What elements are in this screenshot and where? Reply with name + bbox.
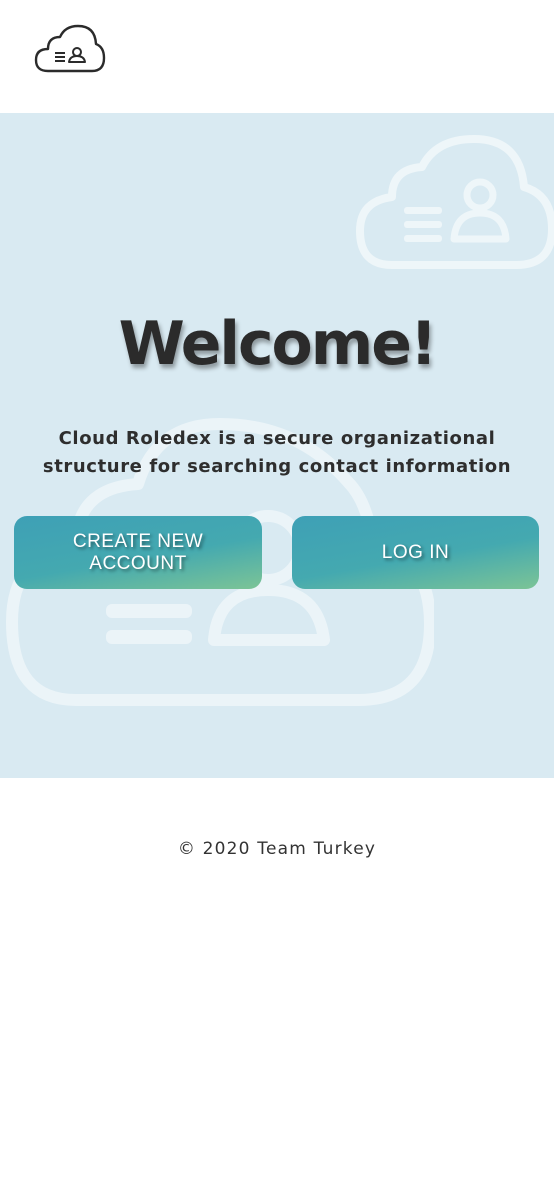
landing-page: Welcome! Cloud Roledex is a secure organ…: [0, 0, 554, 1192]
copyright-text: © 2020 Team Turkey: [177, 839, 377, 859]
welcome-title: Welcome!: [118, 309, 438, 379]
tagline-line-2: structure for searching contact informat…: [42, 456, 512, 477]
login-button[interactable]: LOG IN: [292, 516, 539, 589]
cloud-contact-logo-icon[interactable]: [34, 24, 106, 74]
site-header: [0, 0, 554, 113]
tagline-line-1: Cloud Roledex is a secure organizational: [58, 428, 496, 449]
hero-section: Welcome! Cloud Roledex is a secure organ…: [0, 113, 554, 778]
tagline: Cloud Roledex is a secure organizational…: [14, 425, 540, 481]
create-account-button[interactable]: CREATE NEW ACCOUNT: [14, 516, 262, 589]
site-footer: © 2020 Team Turkey: [0, 778, 554, 1192]
background-cloud-contact-icon: [356, 135, 554, 269]
